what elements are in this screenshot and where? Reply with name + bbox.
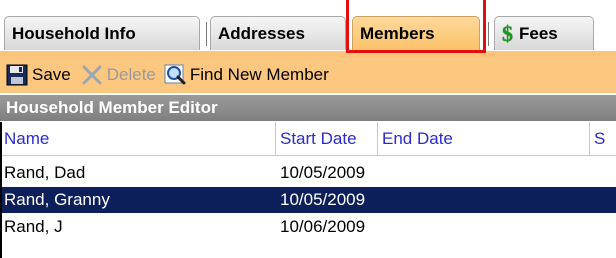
table-row[interactable]: Rand, J 10/06/2009 (0, 214, 616, 240)
find-new-member-label: Find New Member (189, 65, 329, 84)
column-header-row: Name Start Date End Date S (0, 122, 616, 156)
delete-button[interactable]: Delete (81, 60, 156, 90)
tab-strip: Household Info Addresses Members $ Fees (0, 0, 616, 57)
column-header-label: Start Date (280, 128, 357, 148)
tab-addresses[interactable]: Addresses (210, 16, 346, 50)
cell-end-date (378, 187, 590, 213)
magnifier-icon (164, 64, 186, 86)
cell-name: Rand, J (4, 217, 63, 236)
tab-label: Fees (519, 23, 558, 43)
delete-x-icon (81, 64, 103, 86)
cell-start-date: 10/05/2009 (280, 190, 366, 209)
column-header-label: S (594, 128, 606, 148)
tab-label: Addresses (218, 23, 305, 43)
column-header-label: End Date (382, 128, 453, 148)
dollar-icon: $ (502, 20, 513, 46)
save-button[interactable]: Save (6, 60, 71, 90)
tab-fees[interactable]: $ Fees (494, 16, 594, 50)
delete-label: Delete (106, 65, 156, 84)
column-header-name[interactable]: Name (0, 122, 276, 155)
column-header-s[interactable]: S (590, 122, 616, 155)
editor-title-bar: Household Member Editor (0, 95, 616, 121)
tab-label: Members (360, 23, 435, 43)
column-header-end-date[interactable]: End Date (378, 122, 590, 155)
floppy-disk-icon (6, 64, 28, 86)
cell-start-date: 10/06/2009 (280, 217, 366, 236)
table-left-border (0, 122, 2, 258)
column-header-label: Name (4, 128, 50, 148)
save-label: Save (32, 65, 71, 84)
cell-start-date: 10/05/2009 (280, 163, 366, 182)
find-new-member-button[interactable]: Find New Member (164, 60, 329, 90)
tab-separator (206, 22, 207, 46)
tab-separator (488, 22, 489, 46)
tab-members[interactable]: Members (352, 16, 480, 50)
cell-end-date (378, 160, 590, 186)
table-row[interactable]: Rand, Dad 10/05/2009 (0, 160, 616, 186)
tab-household-info[interactable]: Household Info (4, 16, 200, 50)
cell-name: Rand, Granny (4, 190, 110, 209)
column-header-start-date[interactable]: Start Date (276, 122, 378, 155)
cell-end-date (378, 214, 590, 240)
cell-name: Rand, Dad (4, 163, 86, 182)
toolbar: Save Delete Find New Member (0, 57, 616, 93)
editor-title: Household Member Editor (6, 98, 218, 117)
table-row-selected[interactable]: Rand, Granny 10/05/2009 (0, 187, 616, 213)
tab-label: Household Info (12, 23, 136, 43)
